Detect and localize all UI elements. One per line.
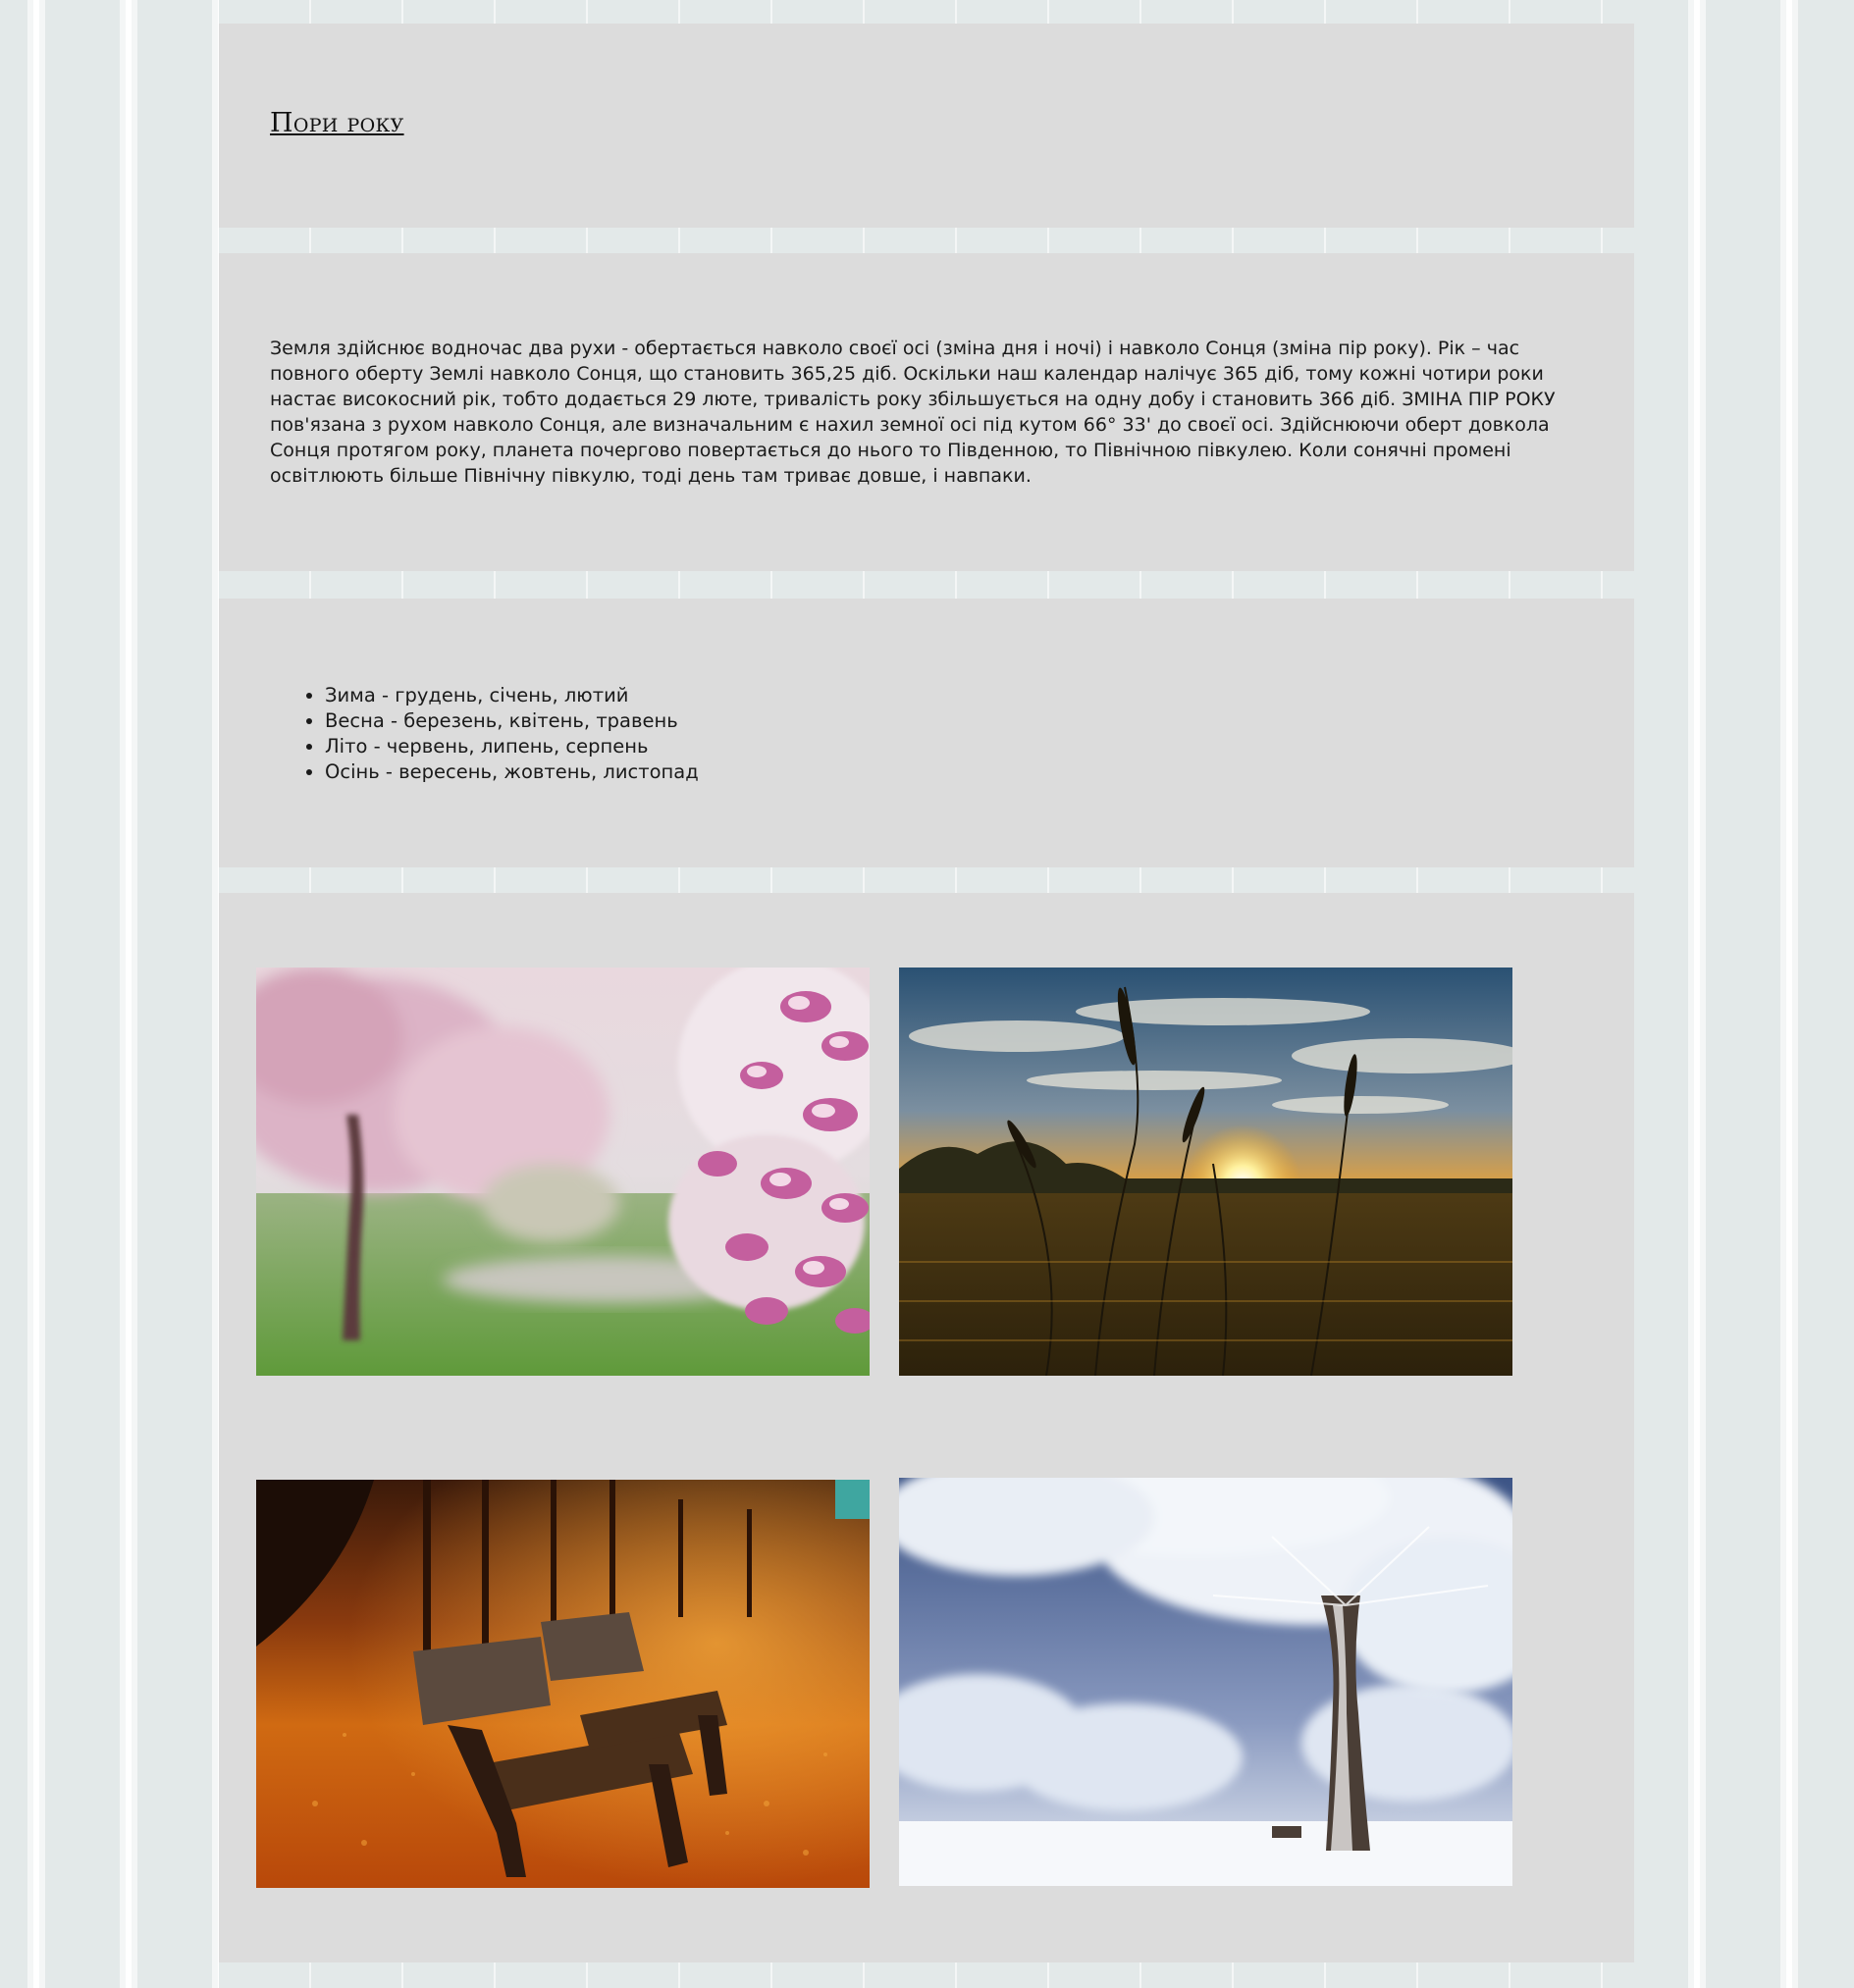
intro-panel: Земля здійснює водночас два рухи - оберт… bbox=[219, 253, 1634, 571]
autumn-benches-photo bbox=[256, 1480, 870, 1888]
season-item-winter: Зима - грудень, січень, лютий bbox=[325, 683, 699, 708]
seasons-panel: Зима - грудень, січень, лютий Весна - бе… bbox=[219, 599, 1634, 867]
summer-sunset-grass-photo bbox=[899, 968, 1512, 1376]
season-item-autumn: Осінь - вересень, жовтень, листопад bbox=[325, 759, 699, 785]
season-item-summer: Літо - червень, липень, серпень bbox=[325, 734, 699, 759]
spring-blossom-photo bbox=[256, 968, 870, 1376]
intro-paragraph: Земля здійснює водночас два рухи - оберт… bbox=[270, 338, 1556, 487]
gallery-panel bbox=[219, 893, 1634, 1962]
seasons-list: Зима - грудень, січень, лютий Весна - бе… bbox=[270, 683, 699, 785]
page: { "header": { "title": "Пори року" }, "i… bbox=[0, 0, 1854, 1988]
title-panel: Пори року bbox=[219, 24, 1634, 228]
page-title: Пори року bbox=[270, 108, 404, 138]
winter-frosted-tree-photo bbox=[899, 1478, 1512, 1886]
season-item-spring: Весна - березень, квітень, травень bbox=[325, 708, 699, 734]
content-column: Пори року Земля здійснює водночас два ру… bbox=[219, 0, 1634, 1988]
